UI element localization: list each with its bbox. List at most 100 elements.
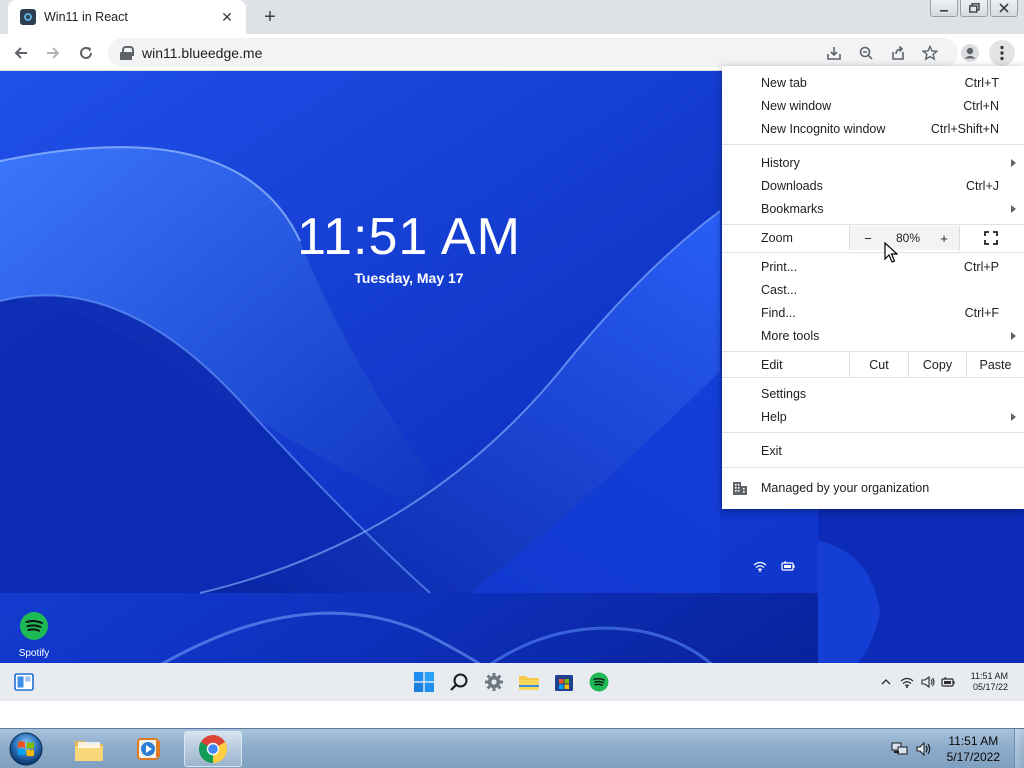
zoom-in-button[interactable]: + <box>928 226 960 250</box>
minimize-button[interactable] <box>930 0 958 17</box>
menu-item-new-tab[interactable]: New tab Ctrl+T <box>722 71 1024 94</box>
menu-item-new-incognito-window[interactable]: New Incognito window Ctrl+Shift+N <box>722 117 1024 140</box>
folder-icon <box>519 676 539 690</box>
win11-lock-screen[interactable]: 11:51 AM Tuesday, May 17 <box>0 71 818 593</box>
menu-item-settings[interactable]: Settings <box>722 382 1024 405</box>
menu-item-help[interactable]: Help <box>722 405 1024 428</box>
back-button[interactable] <box>8 40 34 66</box>
win11-taskbar-clock[interactable]: 11:51 AM 05/17/22 <box>961 671 1024 693</box>
chrome-app-menu: New tab Ctrl+T New window Ctrl+N New Inc… <box>722 66 1024 509</box>
restore-button[interactable] <box>960 0 988 17</box>
shortcut-label: Ctrl+P <box>963 259 999 274</box>
bookmark-star-button[interactable] <box>917 40 943 66</box>
search-button[interactable] <box>447 670 471 694</box>
zoom-indicator-button[interactable] <box>853 40 879 66</box>
menu-item-history[interactable]: History <box>722 151 1024 174</box>
close-icon <box>999 3 1009 13</box>
copy-button[interactable]: Copy <box>908 353 966 377</box>
win11-clock-time: 11:51 AM <box>970 671 1008 681</box>
mouse-cursor-icon <box>884 242 898 263</box>
win7-explorer-button[interactable] <box>60 731 118 767</box>
zoom-label: Zoom <box>761 231 793 245</box>
store-button[interactable] <box>552 670 576 694</box>
win7-start-orb-icon[interactable] <box>6 731 46 767</box>
menu-separator <box>722 351 1024 352</box>
menu-separator <box>722 144 1024 145</box>
zoom-out-button[interactable]: − <box>850 226 886 250</box>
tab-close-icon[interactable]: ✕ <box>218 8 236 26</box>
spotify-taskbar-button[interactable] <box>587 670 611 694</box>
profile-button[interactable] <box>957 40 983 66</box>
menu-item-managed-by-organization[interactable]: Managed by your organization <box>722 476 1024 500</box>
menu-zoom-row: Zoom − 80% + <box>722 226 1024 250</box>
star-icon <box>922 45 938 61</box>
menu-item-print[interactable]: Print... Ctrl+P <box>722 255 1024 278</box>
lock-clock-date: Tuesday, May 17 <box>354 270 464 286</box>
zoom-controls: − 80% + <box>849 226 960 250</box>
menu-item-exit[interactable]: Exit <box>722 439 1024 462</box>
shortcut-label: Ctrl+Shift+N <box>930 121 999 136</box>
menu-edit-row: Edit Cut Copy Paste <box>722 353 1024 377</box>
start-button[interactable] <box>412 670 436 694</box>
file-explorer-button[interactable] <box>517 670 541 694</box>
win7-media-player-button[interactable] <box>120 731 178 767</box>
win7-clock-time: 11:51 AM <box>948 734 999 748</box>
shortcut-label: Ctrl+F <box>964 305 999 320</box>
menu-item-bookmarks[interactable]: Bookmarks <box>722 197 1024 220</box>
new-tab-button[interactable]: + <box>258 6 282 28</box>
menu-item-downloads[interactable]: Downloads Ctrl+J <box>722 174 1024 197</box>
page-bottom-strip <box>0 701 1024 728</box>
speaker-icon[interactable] <box>915 740 933 758</box>
widgets-icon[interactable] <box>14 673 34 691</box>
edit-label: Edit <box>761 358 783 372</box>
win7-taskbar: 11:51 AM 5/17/2022 <box>0 728 1024 768</box>
profile-icon <box>961 44 979 62</box>
forward-button[interactable] <box>40 40 66 66</box>
fullscreen-icon[interactable] <box>984 231 998 245</box>
battery-icon[interactable] <box>940 673 958 691</box>
menu-separator <box>722 377 1024 378</box>
menu-item-cast[interactable]: Cast... <box>722 278 1024 301</box>
chrome-icon <box>199 735 227 763</box>
battery-icon <box>780 559 796 573</box>
reload-icon <box>80 46 92 59</box>
tab-strip: Win11 in React ✕ + <box>0 0 1024 34</box>
menu-item-find[interactable]: Find... Ctrl+F <box>722 301 1024 324</box>
network-icon[interactable] <box>891 740 909 758</box>
url-text[interactable]: win11.blueedge.me <box>142 45 262 61</box>
share-button[interactable] <box>885 40 911 66</box>
spotify-icon <box>20 612 48 640</box>
media-player-icon <box>137 738 160 760</box>
menu-separator <box>722 224 1024 225</box>
close-window-button[interactable] <box>990 0 1018 17</box>
win7-system-tray: 11:51 AM 5/17/2022 <box>891 729 1024 768</box>
desktop-icon-label: Spotify <box>18 648 50 659</box>
cut-button[interactable]: Cut <box>849 353 908 377</box>
settings-app-button[interactable] <box>482 670 506 694</box>
paste-button[interactable]: Paste <box>966 353 1024 377</box>
submenu-arrow-icon <box>1011 413 1016 421</box>
wifi-icon <box>752 559 768 573</box>
wifi-icon[interactable] <box>898 673 916 691</box>
submenu-arrow-icon <box>1011 332 1016 340</box>
lock-icon[interactable] <box>120 45 134 60</box>
search-icon <box>450 673 468 691</box>
win11-clock-date: 05/17/22 <box>972 682 1008 692</box>
menu-item-new-window[interactable]: New window Ctrl+N <box>722 94 1024 117</box>
tab-title: Win11 in React <box>44 10 128 24</box>
win11-taskbar: 11:51 AM 05/17/22 <box>0 663 1024 701</box>
reload-button[interactable] <box>73 40 99 66</box>
volume-icon[interactable] <box>919 673 937 691</box>
show-desktop-button[interactable] <box>1014 729 1024 768</box>
submenu-arrow-icon <box>1011 159 1016 167</box>
install-icon <box>827 47 841 60</box>
win7-chrome-button[interactable] <box>184 731 242 767</box>
menu-item-more-tools[interactable]: More tools <box>722 324 1024 347</box>
desktop-icon-spotify[interactable]: Spotify <box>10 611 58 659</box>
chrome-menu-button[interactable] <box>989 40 1015 66</box>
browser-tab[interactable]: Win11 in React ✕ <box>8 0 246 34</box>
win11-taskbar-apps <box>412 670 611 694</box>
chevron-up-icon[interactable] <box>877 673 895 691</box>
install-app-button[interactable] <box>821 40 847 66</box>
win7-taskbar-clock[interactable]: 11:51 AM 5/17/2022 <box>939 733 1014 765</box>
